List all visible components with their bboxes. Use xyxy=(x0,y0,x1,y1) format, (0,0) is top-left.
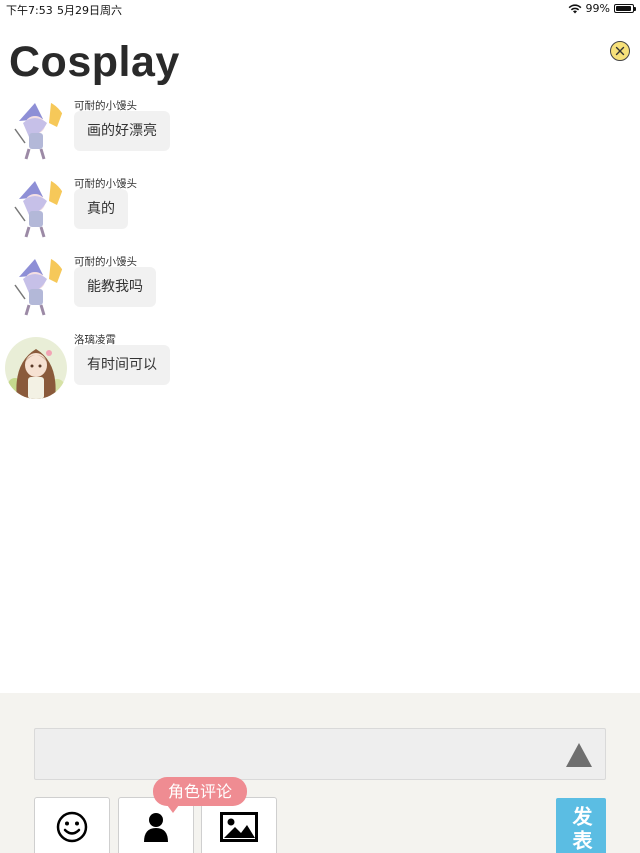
smiley-icon xyxy=(56,811,88,843)
message-bubble[interactable]: 真的 xyxy=(74,189,128,229)
list-item: 可耐的小馒头 真的 xyxy=(0,176,640,246)
witch-avatar-image xyxy=(5,99,67,161)
triangle-up-icon[interactable] xyxy=(565,742,593,768)
message-bubble[interactable]: 画的好漂亮 xyxy=(74,111,170,151)
wifi-icon xyxy=(568,3,581,13)
close-button[interactable] xyxy=(610,41,630,61)
avatar[interactable] xyxy=(5,99,67,161)
list-item: 洛璃凌霄 有时间可以 xyxy=(0,332,640,402)
image-icon xyxy=(220,812,258,842)
witch-avatar-image xyxy=(5,255,67,317)
avatar[interactable] xyxy=(5,255,67,317)
battery-percent: 99% xyxy=(585,2,610,15)
girl-avatar-image xyxy=(5,337,67,399)
witch-avatar-image xyxy=(5,177,67,239)
avatar[interactable] xyxy=(5,337,67,399)
avatar[interactable] xyxy=(5,177,67,239)
status-bar: 下午7:53 5月29日周六 99% xyxy=(0,0,640,17)
person-icon xyxy=(144,813,168,842)
close-icon xyxy=(615,46,625,56)
status-date: 5月29日周六 xyxy=(57,4,122,17)
page-title: Cosplay xyxy=(9,38,180,86)
comment-input[interactable] xyxy=(34,728,606,780)
status-indicators: 99% xyxy=(568,2,636,15)
status-time: 下午7:53 xyxy=(6,4,53,17)
comment-composer: 角色评论 发表 xyxy=(0,693,640,853)
emoji-button[interactable] xyxy=(34,797,110,853)
send-button[interactable]: 发表 xyxy=(556,798,606,853)
message-bubble[interactable]: 有时间可以 xyxy=(74,345,170,385)
message-bubble[interactable]: 能教我吗 xyxy=(74,267,156,307)
battery-icon xyxy=(614,4,636,13)
list-item: 可耐的小馒头 能教我吗 xyxy=(0,254,640,324)
character-comment-tooltip: 角色评论 xyxy=(153,777,248,813)
list-item: 可耐的小馒头 画的好漂亮 xyxy=(0,98,640,168)
